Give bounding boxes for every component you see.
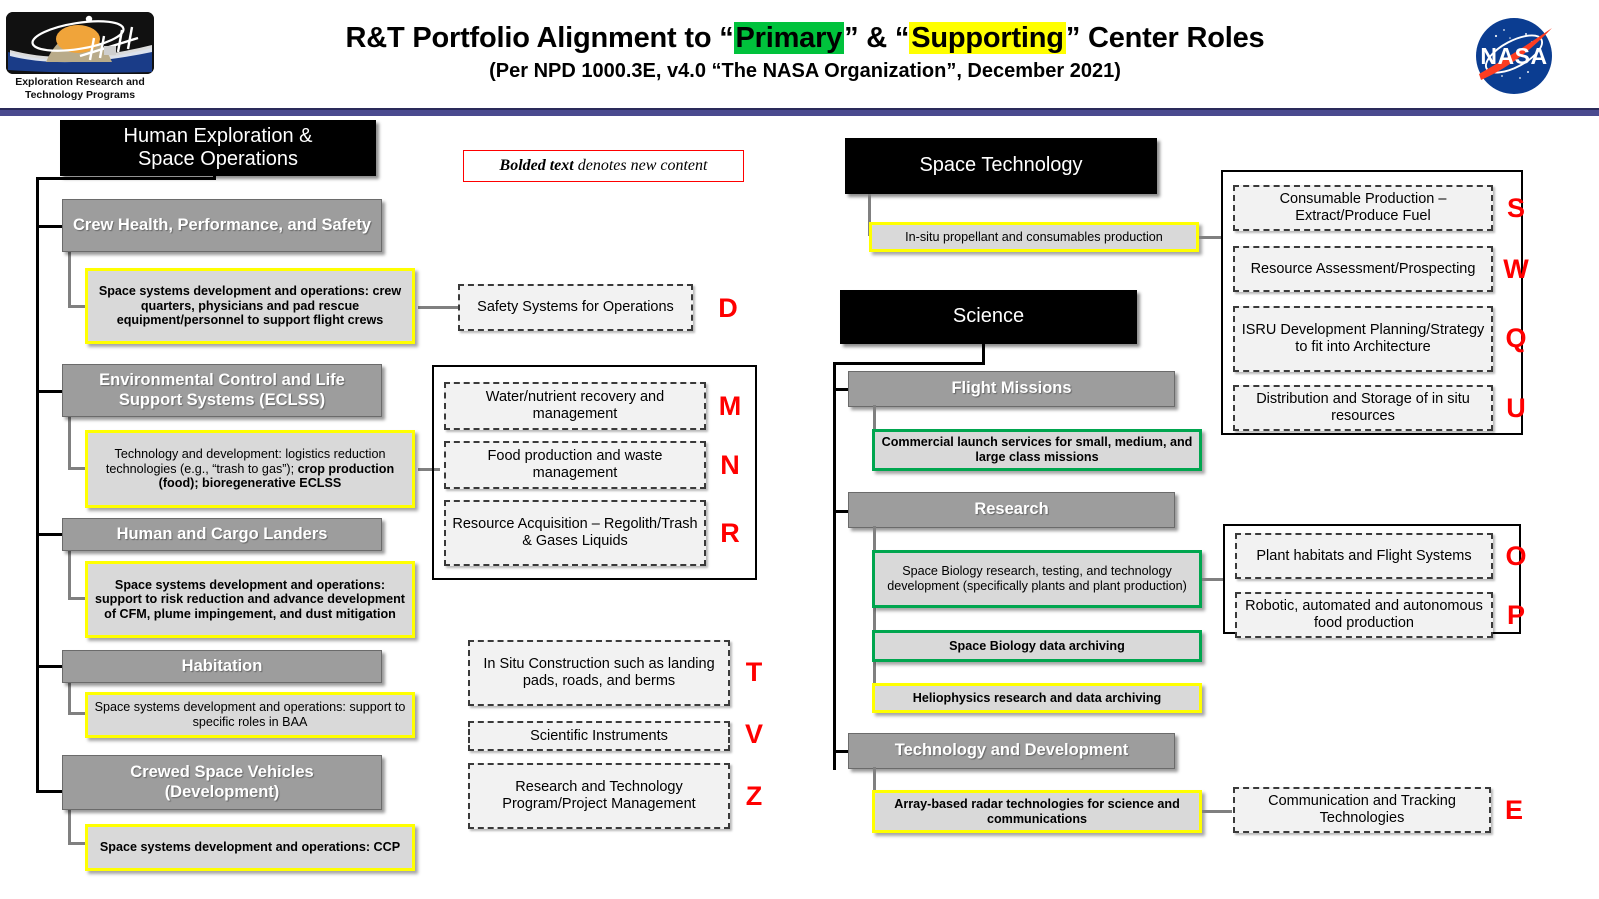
heso-title-line2: Space Operations xyxy=(137,148,299,170)
heso-leaf-stub-5v xyxy=(68,806,71,845)
ertp-logo-caption: Exploration Research and Technology Prog… xyxy=(6,76,154,102)
science-leaf-heliophysics[interactable]: Heliophysics research and data archiving xyxy=(872,683,1202,713)
heso-group-header-eclss[interactable]: Environmental Control and Life Support S… xyxy=(62,364,382,417)
role-box-in-situ-construction[interactable]: In Situ Construction such as landing pad… xyxy=(468,640,730,706)
heso-group-header-crew-health[interactable]: Crew Health, Performance, and Safety xyxy=(62,199,382,252)
title-highlight-primary: Primary xyxy=(733,22,845,54)
role-letter-V: V xyxy=(744,719,763,749)
page-subtitle: (Per NPD 1000.3E, v4.0 “The NASA Organiz… xyxy=(489,60,1121,82)
role-box-resource-assessment[interactable]: Resource Assessment/Prospecting xyxy=(1233,246,1493,292)
connector-insitu-to-isru-group xyxy=(1199,236,1223,239)
role-letter-R: R xyxy=(720,518,740,548)
legend-rest-label: denotes new content xyxy=(573,157,708,174)
legend-bolded-text-note: Bolded text denotes new content xyxy=(463,150,744,182)
role-box-plant-habitats[interactable]: Plant habitats and Flight Systems xyxy=(1235,533,1493,579)
heso-leaf-landers[interactable]: Space systems development and operations… xyxy=(85,561,415,638)
ertp-logo-artwork xyxy=(6,12,154,74)
role-box-communication-tracking[interactable]: Communication and Tracking Technologies xyxy=(1233,787,1491,833)
role-box-water-recovery[interactable]: Water/nutrient recovery and management xyxy=(444,382,706,430)
page-header: Exploration Research and Technology Prog… xyxy=(0,0,1599,108)
ertp-caption-line2: Technology Programs xyxy=(24,89,136,102)
ertp-logo: Exploration Research and Technology Prog… xyxy=(6,12,154,102)
role-letter-T: T xyxy=(745,657,763,687)
heso-title-line1: Human Exploration & xyxy=(123,124,313,147)
science-leaf-space-biology-archiving[interactable]: Space Biology data archiving xyxy=(872,630,1202,662)
connector-research-to-group xyxy=(1202,578,1224,581)
heso-trunk-line xyxy=(36,177,39,793)
role-box-food-production[interactable]: Food production and waste management xyxy=(444,441,706,489)
science-leaf-space-biology-research[interactable]: Space Biology research, testing, and tec… xyxy=(872,550,1202,608)
title-highlight-supporting: Supporting xyxy=(909,22,1066,54)
ertp-caption-line1: Exploration Research and xyxy=(15,76,145,88)
heso-leaf-stub-3v xyxy=(68,548,71,600)
connector-crewhealth-to-safety xyxy=(418,306,458,309)
science-trunk-top xyxy=(833,362,985,365)
heso-leaf-eclss[interactable]: Technology and development: logistics re… xyxy=(85,430,415,508)
role-letter-O: O xyxy=(1505,541,1527,571)
connector-radar-to-comm xyxy=(1202,810,1232,813)
title-block: R&T Portfolio Alignment to “Primary” & “… xyxy=(190,22,1420,83)
heso-leaf-crewed-vehicles[interactable]: Space systems development and operations… xyxy=(85,824,415,871)
heso-title-box: Human Exploration & Space Operations xyxy=(60,120,376,176)
science-title-box: Science xyxy=(840,290,1137,344)
role-letter-Q: Q xyxy=(1505,323,1527,353)
page-title: R&T Portfolio Alignment to “Primary” & “… xyxy=(190,22,1420,55)
svg-text:NASA: NASA xyxy=(1480,43,1547,69)
role-box-distribution-storage[interactable]: Distribution and Storage of in situ reso… xyxy=(1233,385,1493,431)
role-box-resource-acquisition[interactable]: Resource Acquisition – Regolith/Trash & … xyxy=(444,500,706,566)
role-box-scientific-instruments[interactable]: Scientific Instruments xyxy=(468,721,730,751)
science-title-stub xyxy=(982,344,985,364)
role-box-consumable-production[interactable]: Consumable Production – Extract/Produce … xyxy=(1233,185,1493,231)
science-trunk-line xyxy=(833,362,836,770)
title-part-mid: ” & “ xyxy=(844,22,910,54)
space-technology-leaf-insitu[interactable]: In-situ propellant and consumables produ… xyxy=(869,222,1199,252)
header-divider-rule-inner xyxy=(0,116,1599,119)
role-letter-U: U xyxy=(1506,393,1526,423)
ertp-logo-image xyxy=(6,12,154,74)
nasa-logo: NASA xyxy=(1466,8,1562,104)
legend-bold-label: Bolded text xyxy=(499,157,574,174)
heso-leaf-crew-health[interactable]: Space systems development and operations… xyxy=(85,268,415,344)
heso-leaf-stub-2v xyxy=(68,414,71,469)
heso-leaf-stub-1v xyxy=(68,250,71,307)
science-group-header-flight-missions[interactable]: Flight Missions xyxy=(848,371,1175,407)
heso-trunk-top xyxy=(36,177,216,180)
header-divider-rule xyxy=(0,108,1599,116)
science-group-header-technology-development[interactable]: Technology and Development xyxy=(848,733,1175,769)
role-box-safety-systems[interactable]: Safety Systems for Operations xyxy=(458,284,693,331)
role-letter-S: S xyxy=(1506,193,1525,223)
science-leaf-commercial-launch[interactable]: Commercial launch services for small, me… xyxy=(872,429,1202,471)
heso-leaf-stub-4v xyxy=(68,681,71,715)
role-letter-Z: Z xyxy=(745,781,763,811)
title-part-post: ” Center Roles xyxy=(1065,22,1265,54)
role-box-rt-program-management[interactable]: Research and Technology Program/Project … xyxy=(468,763,730,829)
role-box-robotic-food-production[interactable]: Robotic, automated and autonomous food p… xyxy=(1235,592,1493,638)
role-letter-E: E xyxy=(1504,795,1523,825)
role-letter-M: M xyxy=(718,391,742,421)
title-part-pre: R&T Portfolio Alignment to “ xyxy=(345,22,734,54)
heso-group-header-landers[interactable]: Human and Cargo Landers xyxy=(62,518,382,551)
heso-group-header-crewed-vehicles[interactable]: Crewed Space Vehicles (Development) xyxy=(62,755,382,810)
space-technology-title-box: Space Technology xyxy=(845,138,1157,194)
heso-leaf-habitation[interactable]: Space systems development and operations… xyxy=(85,692,415,738)
role-letter-D: D xyxy=(718,293,738,323)
role-letter-P: P xyxy=(1506,600,1525,630)
role-letter-N: N xyxy=(720,450,740,480)
role-box-isru-development-planning[interactable]: ISRU Development Planning/Strategy to fi… xyxy=(1233,306,1493,372)
role-letter-W: W xyxy=(1503,254,1529,284)
science-group-header-research[interactable]: Research xyxy=(848,492,1175,528)
heso-group-header-habitation[interactable]: Habitation xyxy=(62,650,382,683)
science-leaf-array-radar[interactable]: Array-based radar technologies for scien… xyxy=(872,790,1202,833)
nasa-meatball-icon: NASA xyxy=(1476,18,1552,94)
